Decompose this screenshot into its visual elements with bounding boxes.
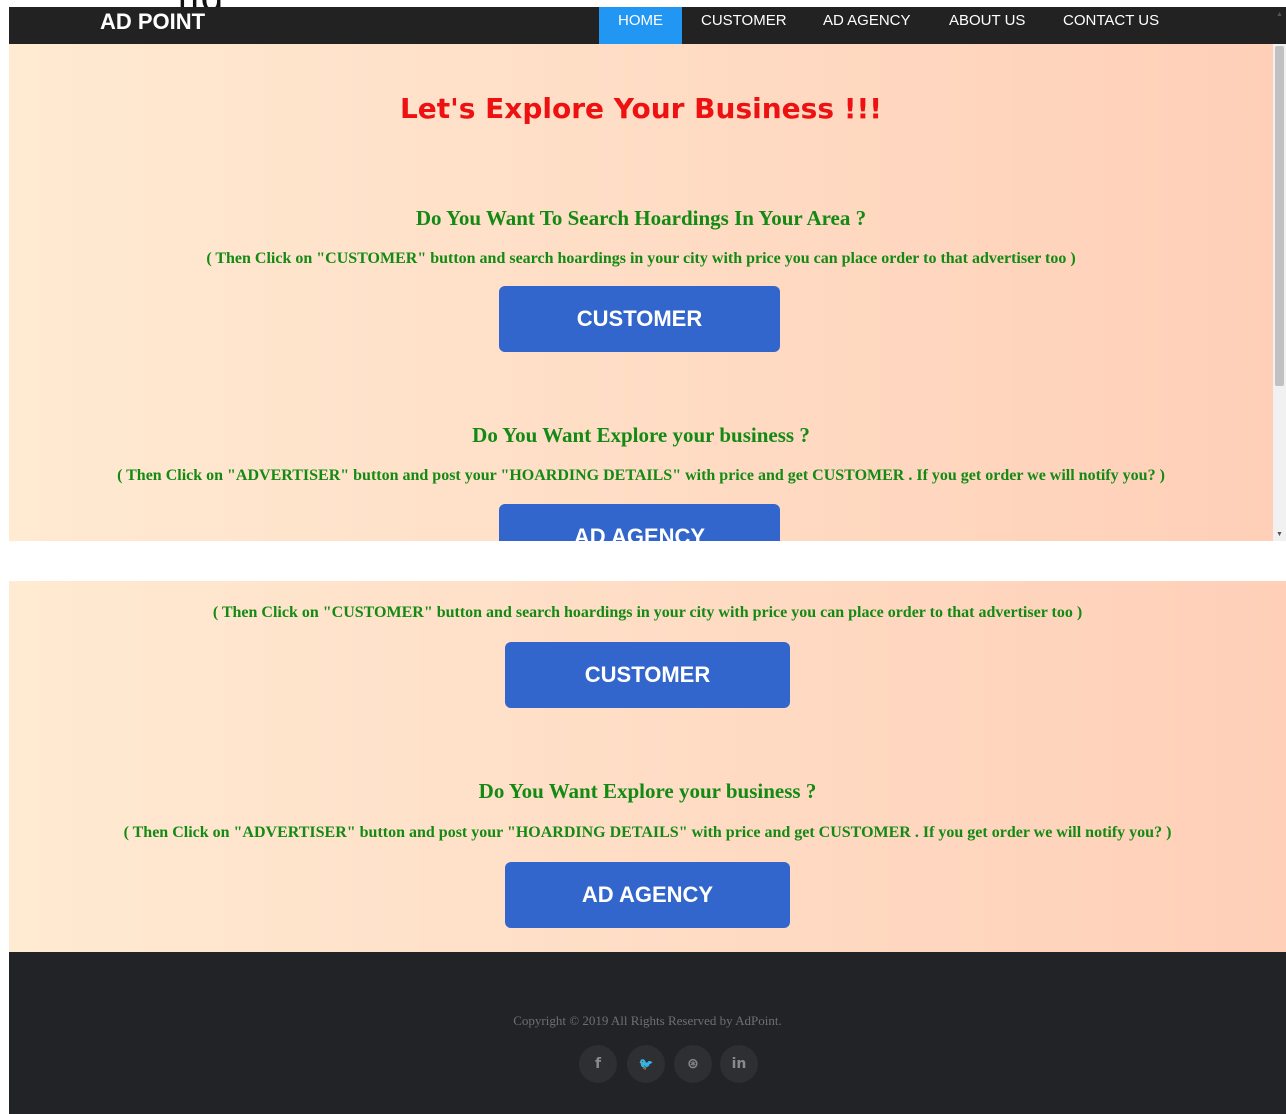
facebook-icon[interactable]: f: [579, 1045, 617, 1083]
nav-customer[interactable]: CUSTOMER: [682, 7, 806, 44]
advertiser-question: Do You Want Explore your business ?: [472, 423, 810, 447]
advertiser-description: ( Then Click on "ADVERTISER" button and …: [117, 467, 1165, 484]
hero-section: Let's Explore Your Business !!! Do You W…: [9, 44, 1273, 541]
customer-button[interactable]: CUSTOMER: [505, 642, 790, 708]
customer-button[interactable]: CUSTOMER: [499, 286, 780, 352]
bottom-screenshot-panel: ( Then Click on "CUSTOMER" button and se…: [9, 581, 1286, 1114]
customer-description: ( Then Click on "CUSTOMER" button and se…: [212, 604, 1083, 621]
ad-agency-button[interactable]: AD AGENCY: [499, 504, 780, 541]
scroll-down-arrow-icon[interactable]: ▼: [1275, 530, 1284, 539]
page-headline: Let's Explore Your Business !!!: [399, 92, 883, 125]
navbar: AD POINT HOME CUSTOMER AD AGENCY ABOUT U…: [9, 7, 1286, 44]
footer: Copyright © 2019 All Rights Reserved by …: [9, 952, 1286, 1114]
advertiser-description: ( Then Click on "ADVERTISER" button and …: [123, 824, 1172, 841]
customer-question: Do You Want To Search Hoardings In Your …: [415, 206, 867, 230]
scrollbar-thumb[interactable]: [1275, 46, 1284, 386]
scrollbar[interactable]: ▲ ▼: [1273, 11, 1286, 541]
nav-home[interactable]: HOME: [599, 7, 682, 44]
customer-description: ( Then Click on "CUSTOMER" button and se…: [206, 250, 1076, 267]
top-screenshot-panel: AD POINT HOME CUSTOMER AD AGENCY ABOUT U…: [9, 7, 1286, 541]
twitter-icon[interactable]: 🐦: [627, 1045, 665, 1083]
brand-logo[interactable]: AD POINT: [100, 9, 205, 35]
nav-ad-agency[interactable]: AD AGENCY: [804, 7, 930, 44]
advertiser-question: Do You Want Explore your business ?: [478, 779, 817, 803]
hero-section-scrolled: ( Then Click on "CUSTOMER" button and se…: [9, 581, 1286, 952]
dribbble-icon[interactable]: ⊛: [674, 1045, 712, 1083]
linkedin-icon[interactable]: in: [720, 1045, 758, 1083]
ad-agency-button[interactable]: AD AGENCY: [505, 862, 790, 928]
nav-contact-us[interactable]: CONTACT US: [1044, 7, 1178, 44]
scroll-up-arrow-icon[interactable]: ▲: [1275, 10, 1284, 19]
nav-about-us[interactable]: ABOUT US: [930, 7, 1044, 44]
copyright-text: Copyright © 2019 All Rights Reserved by …: [513, 1013, 782, 1028]
